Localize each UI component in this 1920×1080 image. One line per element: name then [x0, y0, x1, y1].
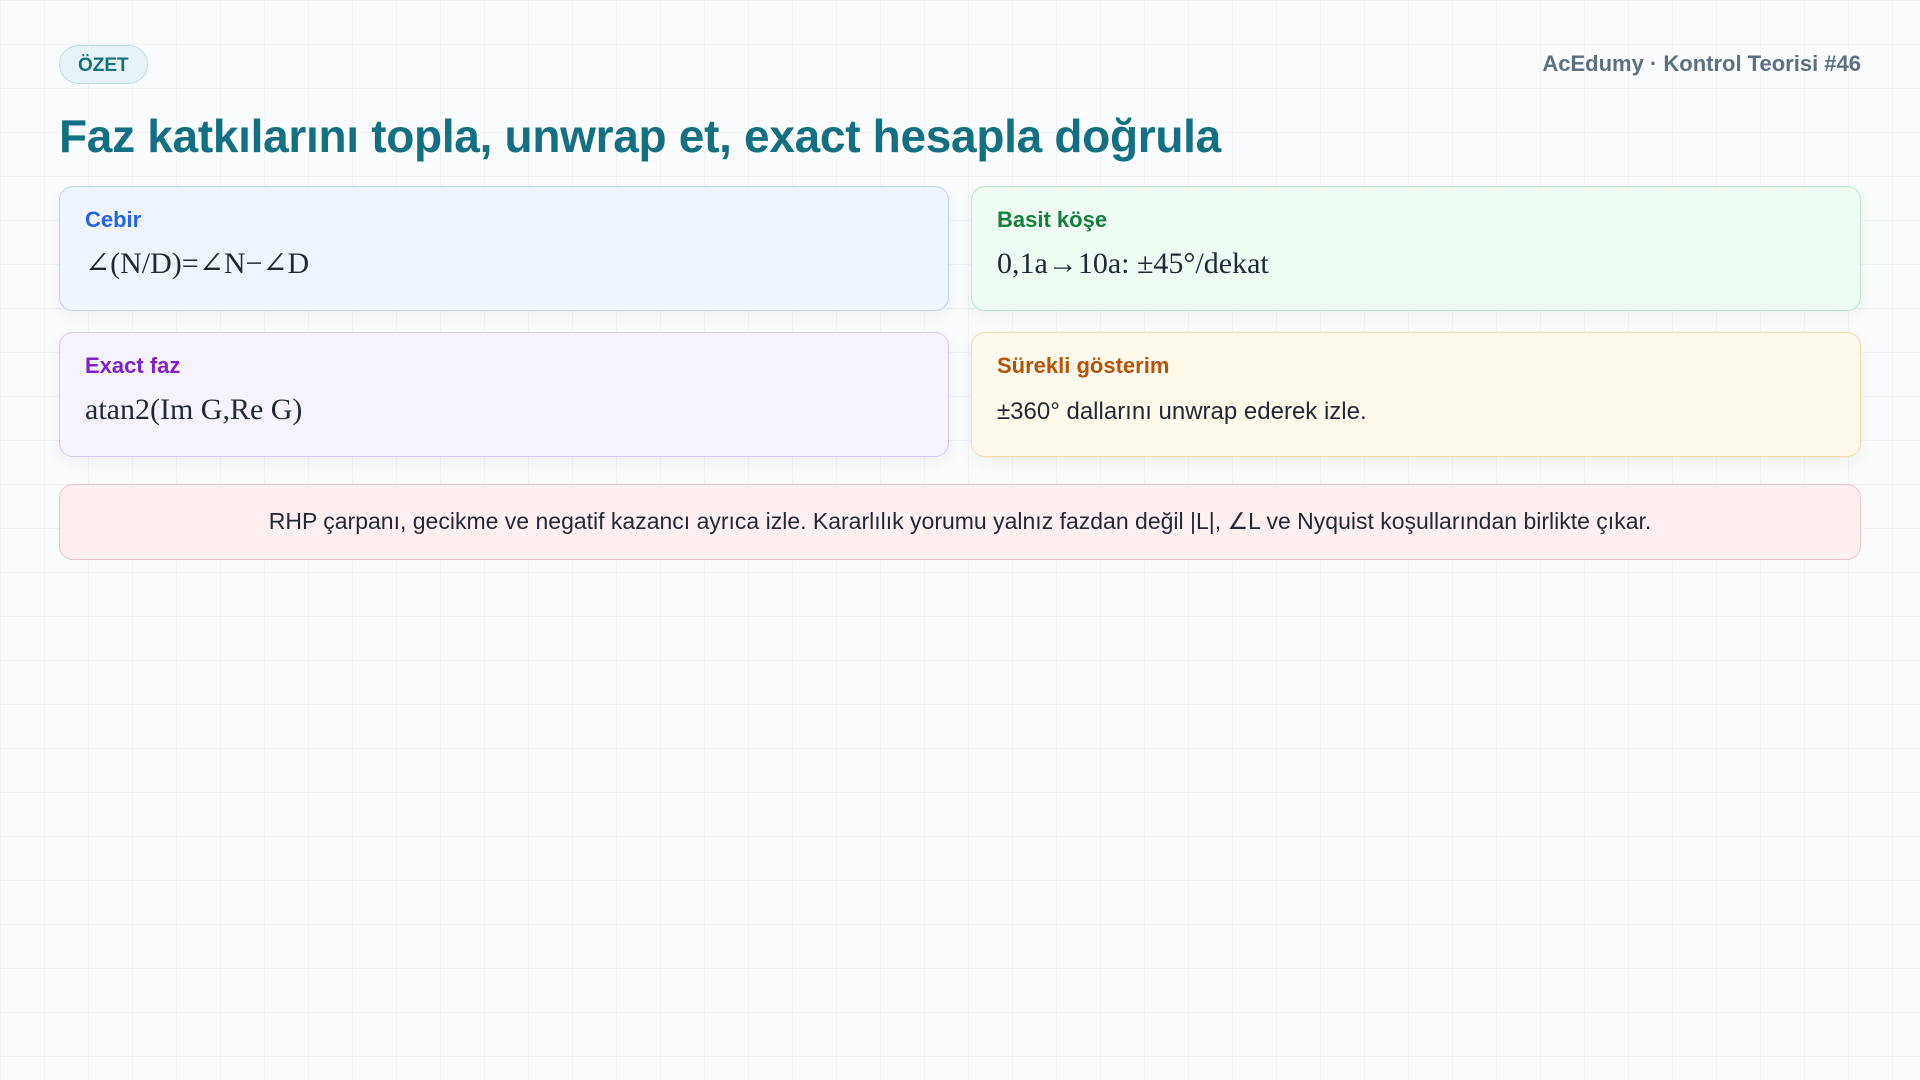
card-label: Cebir	[85, 207, 142, 232]
brand-label: AcEdumy · Kontrol Teorisi #46	[1542, 51, 1861, 76]
card-exact-phase: Exact faz atan2(Im G,Re G)	[59, 332, 949, 457]
slide-title: Faz katkılarını topla, unwrap et, exact …	[59, 110, 1221, 162]
card-label: Basit köşe	[997, 207, 1108, 232]
slide: ÖZET AcEdumy · Kontrol Teorisi #46 Faz k…	[59, 45, 1861, 560]
warning-note: RHP çarpanı, gecikme ve negatif kazancı …	[59, 484, 1861, 560]
card-algebra: Cebir ∠(N/D)=∠N−∠D	[59, 186, 949, 311]
card-text: ±360° dallarını unwrap ederek izle.	[997, 398, 1367, 425]
section-badge: ÖZET	[59, 45, 148, 84]
card-formula: ∠(N/D)=∠N−∠D	[85, 247, 310, 280]
card-formula: atan2(Im G,Re G)	[85, 393, 303, 426]
card-label: Exact faz	[85, 353, 181, 378]
card-label: Sürekli gösterim	[997, 353, 1170, 378]
card-continuous-display: Sürekli gösterim ±360° dallarını unwrap …	[971, 332, 1861, 457]
summary-grid: Cebir ∠(N/D)=∠N−∠D Basit köşe 0,1a→10a: …	[59, 186, 1861, 457]
card-simple-corner: Basit köşe 0,1a→10a: ±45°/dekat	[971, 186, 1861, 311]
card-formula: 0,1a→10a: ±45°/dekat	[997, 247, 1269, 280]
top-bar: ÖZET AcEdumy · Kontrol Teorisi #46	[59, 45, 1861, 86]
